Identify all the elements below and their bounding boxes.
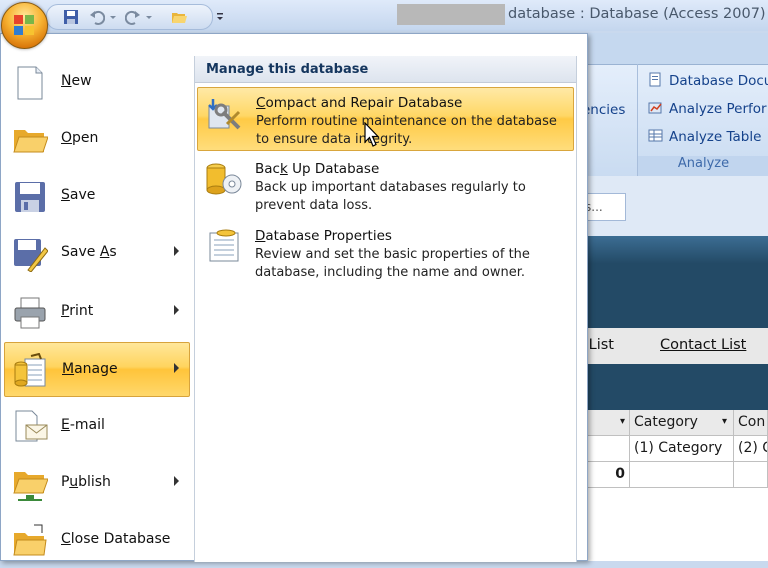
office-logo-icon — [14, 15, 34, 35]
compact-repair-description: Perform routine maintenance on the datab… — [256, 114, 557, 147]
submenu-title: Manage this database — [206, 62, 369, 77]
menu-item-close-database[interactable]: Close Database — [4, 513, 190, 568]
menu-item-publish[interactable]: Publish — [4, 456, 190, 511]
datasheet-grid: ▾ Category▾ Con (1) Category (2) C 0 — [576, 410, 768, 561]
submenu-arrow-icon — [174, 246, 179, 256]
close-database-icon — [13, 524, 47, 556]
save-icon — [15, 182, 45, 212]
analyze-group: Database Docu Analyze Perfor Analyze Tab… — [637, 64, 768, 176]
submenu-header: Manage this database — [195, 56, 576, 83]
mouse-pointer-icon — [364, 122, 380, 147]
submenu-arrow-icon — [174, 363, 179, 373]
analyze-table-icon — [648, 129, 663, 142]
undo-dropdown-icon[interactable] — [109, 9, 117, 25]
database-properties-icon — [209, 229, 239, 262]
office-menu-commands: New Open Save Save As Print Manage E-mai… — [1, 44, 193, 562]
redacted-filename — [397, 4, 505, 25]
office-button[interactable] — [1, 2, 48, 49]
database-properties-item[interactable]: Database Properties Review and set the b… — [197, 221, 574, 285]
menu-item-save-as[interactable]: Save As — [4, 226, 190, 281]
redo-icon[interactable] — [125, 9, 141, 25]
menu-item-manage[interactable]: Manage — [4, 342, 190, 397]
open-folder-icon — [13, 130, 48, 153]
open-folder-icon[interactable] — [171, 9, 187, 25]
manage-submenu: Manage this database Compact and Repair … — [194, 56, 577, 562]
column-header-contact[interactable]: Con — [734, 410, 768, 436]
quick-access-toolbar — [46, 4, 223, 30]
analyze-performance-button[interactable]: Analyze Perfor — [648, 100, 767, 120]
customize-toolbar-icon[interactable] — [215, 9, 225, 25]
printer-icon — [14, 297, 46, 329]
backup-description: Back up important databases regularly to… — [255, 180, 526, 213]
new-document-icon — [17, 66, 43, 100]
analyze-group-label: Analyze — [638, 156, 768, 176]
redo-dropdown-icon[interactable] — [145, 9, 153, 25]
submenu-arrow-icon — [174, 305, 179, 315]
analyze-table-button[interactable]: Analyze Table — [648, 128, 761, 148]
dropdown-arrow-icon[interactable]: ▾ — [620, 410, 625, 434]
compact-repair-icon — [208, 99, 241, 130]
menu-item-email[interactable]: E-mail — [4, 399, 190, 454]
menu-item-open[interactable]: Open — [4, 112, 190, 167]
grid-cell[interactable]: (2) C — [734, 436, 768, 462]
email-icon — [15, 410, 48, 442]
dropdown-arrow-icon[interactable]: ▾ — [722, 410, 727, 434]
column-header-category[interactable]: Category ▾ — [630, 410, 734, 436]
database-documenter-button[interactable]: Database Docu — [648, 72, 768, 92]
menu-item-new[interactable]: New — [4, 55, 190, 110]
undo-icon[interactable] — [89, 9, 105, 25]
compact-and-repair-database-item[interactable]: Compact and Repair Database Perform rout… — [197, 87, 574, 151]
grid-cell[interactable] — [630, 462, 734, 488]
grid-cell[interactable] — [734, 462, 768, 488]
window-title: database : Database (Access 2007) — [508, 6, 766, 22]
form-header — [576, 236, 768, 328]
analyze-table-label: Analyze Table — [669, 129, 762, 145]
database-properties-description: Review and set the basic properties of t… — [255, 247, 530, 280]
save-icon[interactable] — [63, 9, 79, 25]
publish-icon — [13, 472, 48, 501]
save-as-icon — [14, 239, 48, 272]
backup-database-icon — [206, 163, 242, 195]
ribbon-tab-strip — [560, 33, 768, 65]
back-up-database-item[interactable]: Back Up Database Back up important datab… — [197, 154, 574, 218]
office-menu: New Open Save Save As Print Manage E-mai… — [0, 33, 588, 562]
form-subheader — [576, 364, 768, 410]
object-dependencies-button[interactable]: encies — [582, 102, 625, 118]
analyze-performance-label: Analyze Perfor — [669, 101, 767, 117]
menu-item-print[interactable]: Print — [4, 285, 190, 340]
manage-database-icon — [14, 353, 46, 387]
menu-item-save[interactable]: Save — [4, 169, 190, 224]
analyze-performance-icon — [648, 102, 662, 114]
submenu-arrow-icon — [174, 476, 179, 486]
database-documenter-label: Database Docu — [669, 73, 768, 89]
documenter-icon — [649, 72, 661, 87]
tab-contact-list[interactable]: Contact List — [660, 337, 746, 353]
grid-cell[interactable]: (1) Category — [630, 436, 734, 462]
